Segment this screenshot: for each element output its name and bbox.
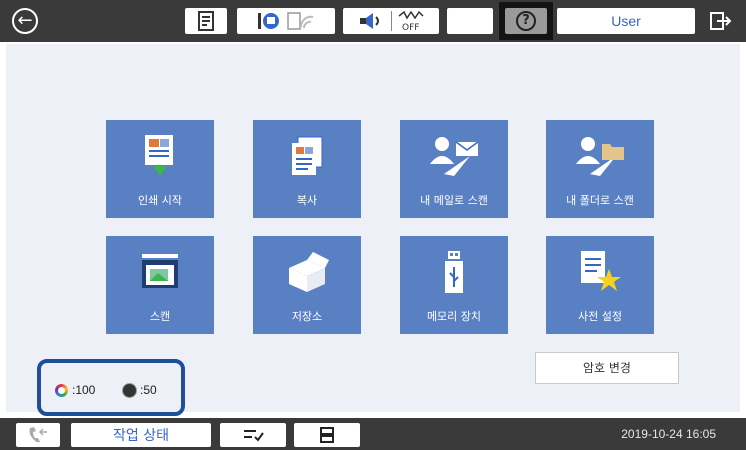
- tile-label: 내 폴더로 스캔: [566, 194, 634, 207]
- scan-to-my-email-icon: [430, 137, 479, 176]
- tile-label: 내 메일로 스캔: [420, 194, 488, 207]
- scan-to-my-folder-icon: [576, 137, 624, 176]
- wifi-off-icon: [287, 12, 314, 30]
- tile-copy[interactable]: 복사: [253, 120, 361, 218]
- job-status-label: 작업 상태: [113, 428, 169, 444]
- user-button[interactable]: User: [557, 8, 695, 34]
- copy-icon: [292, 136, 323, 175]
- black-ink-value: :50: [140, 383, 157, 397]
- divider: [390, 11, 392, 31]
- printer-home-screen: ← OFF ? User 인쇄 시작 복사 내 메일로 스캔 내 폴더로 스캔 …: [0, 0, 746, 450]
- print-from-device-icon: [145, 135, 173, 176]
- document-status-icon: [198, 11, 214, 31]
- color-ink-icon: [55, 383, 68, 397]
- speaker-icon: [359, 13, 379, 29]
- date-time: 2019-10-24 16:05: [621, 427, 716, 441]
- black-ink-icon: [123, 383, 136, 397]
- tile-memory-device[interactable]: 메모리 장치: [400, 236, 508, 334]
- ink-level-panel[interactable]: :100 :50: [37, 359, 185, 416]
- color-ink-value: :100: [72, 383, 96, 397]
- color-ink-level: :100: [55, 383, 95, 397]
- help-button[interactable]: ?: [505, 8, 547, 34]
- job-queue-icon: [244, 430, 264, 442]
- tile-label: 저장소: [291, 310, 323, 323]
- sound-fax-button[interactable]: OFF: [343, 8, 439, 34]
- sleep-button[interactable]: [447, 8, 493, 34]
- fax-call-button[interactable]: [16, 423, 60, 447]
- tile-label: 스캔: [149, 310, 171, 323]
- change-password-button[interactable]: 암호 변경: [535, 352, 679, 384]
- tile-label: 사전 설정: [578, 310, 622, 323]
- help-icon: ?: [516, 11, 536, 31]
- tile-presets[interactable]: 사전 설정: [546, 236, 654, 334]
- phone-icon: [29, 427, 47, 443]
- storage-box-icon: [289, 252, 329, 292]
- tile-scan-to-my-folder[interactable]: 내 폴더로 스캔: [546, 120, 654, 218]
- supply-status-button[interactable]: [185, 8, 227, 34]
- usb-memory-icon: [445, 251, 463, 293]
- network-status-button[interactable]: [237, 8, 335, 34]
- logout-button[interactable]: [702, 8, 736, 34]
- tile-scan[interactable]: 스캔: [106, 236, 214, 334]
- job-status-button[interactable]: 작업 상태: [71, 423, 211, 447]
- black-ink-level: :50: [123, 383, 157, 397]
- moon-icon: [465, 13, 473, 29]
- tile-label: 메모리 장치: [426, 310, 482, 323]
- tile-storage[interactable]: 저장소: [253, 236, 361, 334]
- back-icon[interactable]: ←: [12, 8, 38, 34]
- wired-lan-icon: [258, 13, 279, 29]
- tile-print-from-device[interactable]: 인쇄 시작: [106, 120, 214, 218]
- bottom-bar: 작업 상태 2019-10-24 16:05: [0, 418, 746, 450]
- tile-scan-to-my-email[interactable]: 내 메일로 스캔: [400, 120, 508, 218]
- fax-off-icon: OFF: [398, 10, 424, 32]
- printer-status-button[interactable]: [294, 423, 360, 447]
- tile-label: 복사: [296, 194, 318, 207]
- tile-label: 인쇄 시작: [138, 194, 182, 207]
- scan-icon: [142, 254, 178, 288]
- fax-off-text: OFF: [402, 23, 419, 32]
- printer-icon: [320, 427, 334, 443]
- help-button-highlight: ?: [499, 2, 553, 40]
- logout-icon: [710, 12, 732, 30]
- job-list-button[interactable]: [220, 423, 286, 447]
- top-bar: ← OFF ? User: [0, 0, 746, 42]
- presets-icon: [581, 251, 621, 291]
